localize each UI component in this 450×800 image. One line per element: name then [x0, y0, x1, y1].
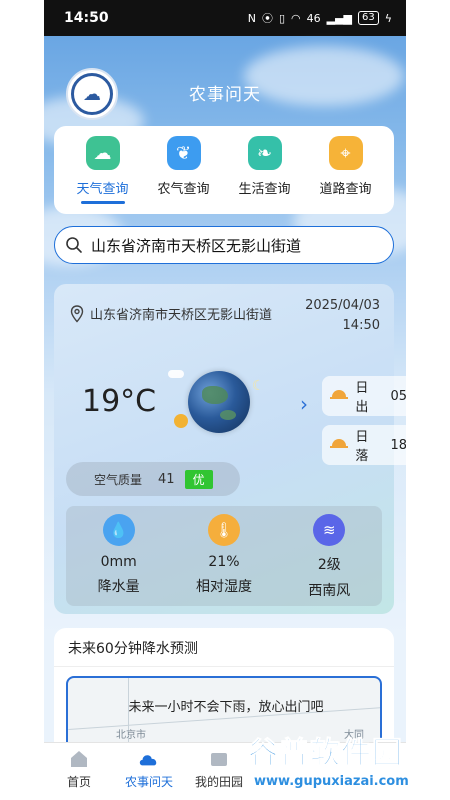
aqi-value: 41	[158, 471, 175, 487]
sunrise-time: 05:59	[390, 388, 406, 404]
location-icon: ⦿	[261, 12, 273, 25]
droplet-icon: 💧	[102, 514, 135, 546]
app-header: ☁ 农事问天	[44, 58, 406, 122]
signal-icon: ▂▄▆	[326, 11, 352, 25]
battery-icon: 63	[358, 11, 379, 25]
sunset-time: 18:25	[390, 437, 406, 453]
watermark-text: 谷普软件园	[248, 736, 403, 772]
temperature: 19°C	[82, 384, 157, 419]
metric-wind: ≋ 2级 西南风	[281, 514, 377, 600]
update-datetime: 2025/04/03 14:50	[305, 296, 380, 336]
aqi-level-badge: 优	[184, 469, 213, 489]
sunset-box: 日落 18:25	[322, 425, 406, 465]
status-icons: N ⦿ ▯ ◠ 46 ▂▄▆ 63 ϟ	[248, 10, 392, 26]
page-title: 农事问天	[189, 85, 261, 105]
location-pin-icon	[70, 304, 84, 323]
wifi-icon: ◠	[291, 11, 301, 25]
metric-precipitation: 💧 0mm 降水量	[71, 514, 167, 596]
forecast-message: 未来一小时不会下雨，放心出门吧	[128, 700, 324, 715]
metric-label: 降水量	[97, 579, 140, 595]
query-tabs: ☁ 天气查询 ❦ 农气查询 ❧ 生活查询 ⌖ 道路查询	[54, 126, 394, 214]
nav-label: 我的田园	[194, 775, 243, 789]
nav-label: 农事问天	[124, 775, 173, 789]
active-tab-indicator	[80, 201, 125, 204]
sun-icon	[174, 414, 188, 428]
current-weather-card: 山东省济南市天桥区无影山街道 2025/04/03 14:50 19°C ☾ ›…	[54, 284, 406, 614]
tab-agri-query[interactable]: ❦ 农气查询	[146, 136, 222, 197]
sunset-label: 日落	[355, 430, 369, 464]
tab-label: 生活查询	[238, 182, 291, 197]
watermark-url: www.gupuxiazai.com	[254, 774, 409, 789]
metric-label: 相对湿度	[195, 579, 252, 595]
cloud-icon	[168, 370, 184, 378]
air-quality-pill: 空气质量 41 优	[66, 462, 240, 496]
tab-label: 道路查询	[319, 182, 372, 197]
search-icon	[66, 237, 82, 253]
weather-icon	[138, 749, 160, 769]
nav-my-field[interactable]: 我的田园	[184, 743, 254, 800]
weather-metrics: 💧 0mm 降水量 🌡 21% 相对湿度 ≋ 2级 西南风	[66, 506, 382, 606]
network-type: 46	[306, 11, 321, 25]
forecast-title: 未来60分钟降水预测	[68, 641, 198, 657]
nav-label: 首页	[66, 775, 91, 789]
phone-screen: 14:50 N ⦿ ▯ ◠ 46 ▂▄▆ 63 ϟ ☁ 农事问天 ☁ 天气查询	[44, 0, 406, 800]
tab-life-query[interactable]: ❧ 生活查询	[227, 136, 303, 197]
globe-land	[220, 410, 236, 420]
nfc-icon: N	[247, 11, 256, 25]
metric-value: 21%	[208, 554, 240, 570]
status-bar: 14:50 N ⦿ ▯ ◠ 46 ▂▄▆ 63 ϟ	[44, 0, 406, 36]
metric-label: 西南风	[308, 583, 351, 599]
nav-weather[interactable]: 农事问天	[114, 743, 184, 800]
update-date: 2025/04/03	[305, 298, 380, 313]
map-pin-icon: ⌖	[328, 136, 363, 170]
moon-icon: ☾	[252, 378, 265, 394]
wind-icon: ≋	[313, 514, 346, 546]
divider	[54, 666, 394, 667]
thermometer-icon: 🌡	[207, 514, 240, 546]
aqi-label: 空气质量	[94, 472, 143, 487]
home-icon	[68, 749, 90, 769]
tab-label: 天气查询	[76, 182, 129, 197]
nav-home[interactable]: 首页	[44, 743, 114, 800]
metric-value: 0mm	[100, 554, 137, 570]
status-time: 14:50	[64, 10, 109, 26]
location-search-input[interactable]: 山东省济南市天桥区无影山街道	[54, 226, 394, 264]
sprout-icon: ❦	[166, 136, 201, 170]
field-icon	[208, 749, 230, 769]
metric-humidity: 🌡 21% 相对湿度	[176, 514, 272, 596]
vibrate-icon: ▯	[278, 11, 285, 25]
sunrise-icon	[330, 390, 349, 402]
leaf-icon: ❧	[247, 136, 282, 170]
sunset-icon	[330, 439, 349, 451]
chevron-right-icon[interactable]: ›	[300, 392, 308, 416]
tab-label: 农气查询	[157, 182, 210, 197]
tab-weather-query[interactable]: ☁ 天气查询	[65, 136, 141, 204]
location-row: 山东省济南市天桥区无影山街道	[70, 304, 272, 323]
update-time: 14:50	[342, 318, 380, 333]
globe-animation: ☾	[168, 366, 278, 446]
search-value: 山东省济南市天桥区无影山街道	[91, 236, 302, 255]
tab-road-query[interactable]: ⌖ 道路查询	[308, 136, 384, 197]
map-city-label: 北京市	[116, 730, 146, 741]
metric-value: 2级	[317, 557, 341, 573]
cloud-icon: ☁	[85, 136, 120, 170]
charging-icon: ϟ	[384, 11, 392, 25]
sunrise-box: 日出 05:59	[322, 376, 406, 416]
watermark: 谷普软件园 www.gupuxiazai.com	[248, 728, 448, 798]
location-text: 山东省济南市天桥区无影山街道	[90, 308, 273, 323]
globe-land	[202, 386, 228, 404]
sunrise-label: 日出	[355, 381, 369, 415]
